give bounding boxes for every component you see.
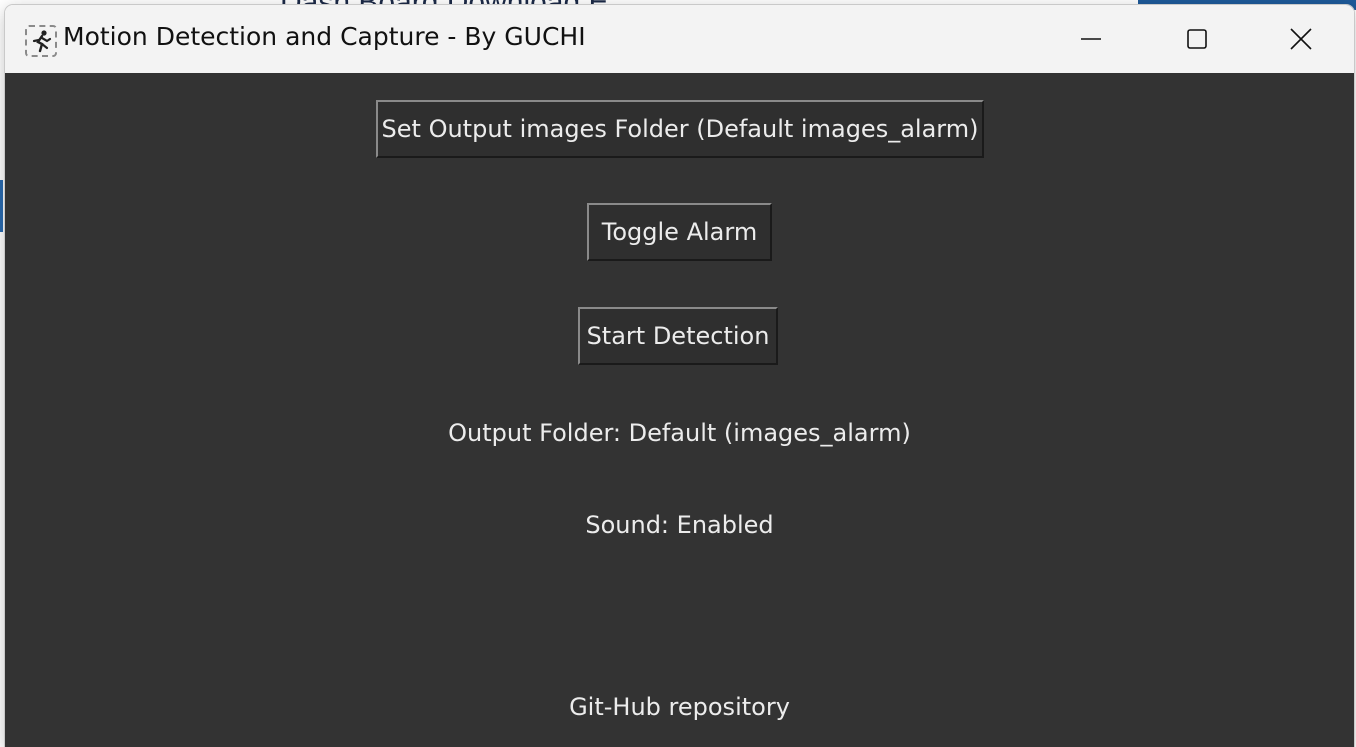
maximize-button[interactable] bbox=[1144, 5, 1250, 73]
sound-status-label: Sound: Enabled bbox=[585, 511, 774, 539]
maximize-icon bbox=[1187, 29, 1207, 49]
app-icon bbox=[25, 25, 57, 57]
minimize-icon bbox=[1081, 38, 1101, 40]
app-window: Motion Detection and Capture - By GUCHI … bbox=[5, 5, 1354, 747]
title-bar[interactable]: Motion Detection and Capture - By GUCHI bbox=[5, 5, 1354, 73]
minimize-button[interactable] bbox=[1038, 5, 1144, 73]
start-detection-button[interactable]: Start Detection bbox=[578, 307, 778, 365]
client-area: Set Output images Folder (Default images… bbox=[5, 73, 1354, 747]
toggle-alarm-button[interactable]: Toggle Alarm bbox=[587, 203, 772, 261]
set-output-folder-button[interactable]: Set Output images Folder (Default images… bbox=[376, 100, 984, 158]
close-button[interactable] bbox=[1248, 5, 1354, 73]
close-icon bbox=[1290, 28, 1312, 50]
output-folder-label: Output Folder: Default (images_alarm) bbox=[448, 419, 911, 447]
github-repository-link[interactable]: Git-Hub repository bbox=[5, 693, 1354, 721]
window-title: Motion Detection and Capture - By GUCHI bbox=[63, 22, 586, 51]
